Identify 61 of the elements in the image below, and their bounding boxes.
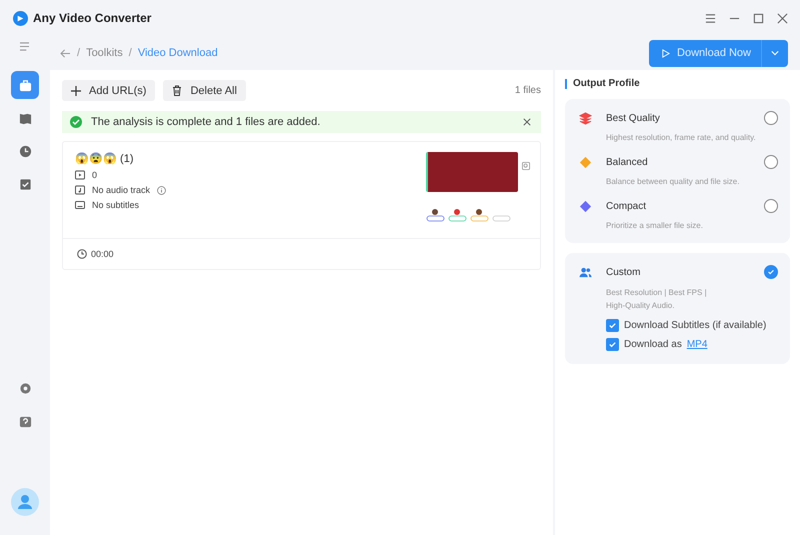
profile-radio[interactable]: [764, 199, 778, 213]
profile-name: Compact: [606, 200, 648, 212]
back-arrow-icon[interactable]: [60, 48, 71, 58]
video-icon: [75, 170, 85, 180]
breadcrumb-separator: /: [128, 47, 132, 59]
menu-collapse-icon[interactable]: [18, 42, 30, 51]
profile-description: Best Resolution | Best FPS | High-Quality Audio.: [606, 287, 708, 312]
check-icon: [767, 268, 775, 276]
profile-radio[interactable]: [764, 111, 778, 125]
checkbox[interactable]: [606, 338, 619, 351]
check-circle-icon: [70, 116, 82, 128]
profile-name: Custom: [606, 266, 642, 278]
checklist-icon: [18, 178, 32, 190]
clock-icon: [77, 249, 87, 259]
option-label: Download as: [624, 338, 682, 350]
add-url-button[interactable]: Add URL(s): [62, 80, 156, 101]
plus-icon: [71, 86, 81, 96]
video-track-count: 0: [92, 170, 98, 180]
profile-radio[interactable]: [764, 155, 778, 169]
settings-icon[interactable]: [18, 382, 32, 395]
format-link[interactable]: MP4: [686, 338, 708, 350]
file-count: 1 files: [514, 85, 541, 96]
profile-description: Balance between quality and file size.: [606, 177, 740, 186]
maximize-icon[interactable]: [753, 12, 764, 24]
panel-title: Output Profile: [573, 78, 640, 89]
download-now-button[interactable]: Download Now: [649, 40, 762, 66]
trash-icon: [172, 85, 182, 96]
option-label: Download Subtitles (if available): [624, 320, 766, 331]
window-title: Any Video Converter: [33, 11, 152, 25]
profile-description: Prioritize a smaller file size.: [606, 221, 704, 230]
close-icon[interactable]: [523, 118, 531, 126]
book-icon: [18, 112, 32, 124]
app-logo-icon: [12, 11, 28, 26]
breadcrumb-link[interactable]: Video Download: [138, 47, 218, 59]
file-title: 😱😨😱 (1): [75, 152, 134, 165]
caret-icon: [771, 50, 779, 56]
zoom-icon[interactable]: [522, 162, 530, 170]
audio-track-status: No audio track: [92, 185, 150, 195]
breadcrumb-link[interactable]: Toolkits: [86, 47, 123, 59]
dropdown-button[interactable]: [762, 40, 788, 66]
info-icon[interactable]: [157, 186, 166, 194]
profile-radio[interactable]: [764, 265, 778, 279]
sidebar-nav-button[interactable]: [11, 71, 39, 99]
play-icon: [661, 48, 670, 58]
profile-description: Highest resolution, frame rate, and quality.: [606, 133, 757, 142]
checkbox[interactable]: [606, 318, 619, 332]
music-note-icon: [75, 185, 85, 195]
profile-name: Best Quality: [606, 112, 661, 124]
menu-icon[interactable]: [705, 12, 716, 24]
help-icon[interactable]: [18, 416, 32, 429]
clock-icon: [18, 144, 32, 158]
duration: 00:00: [91, 249, 114, 259]
close-icon[interactable]: [777, 12, 788, 24]
delete-all-button[interactable]: Delete All: [163, 80, 246, 101]
subtitles-icon: [75, 200, 85, 210]
profile-name: Balanced: [606, 156, 649, 168]
subtitle-status: No subtitles: [92, 200, 140, 210]
avatar-icon[interactable]: [11, 488, 39, 516]
banner-message: The analysis is complete and 1 files are added.: [91, 116, 320, 128]
breadcrumb-separator: /: [77, 47, 80, 59]
toolbox-icon: [18, 78, 32, 92]
